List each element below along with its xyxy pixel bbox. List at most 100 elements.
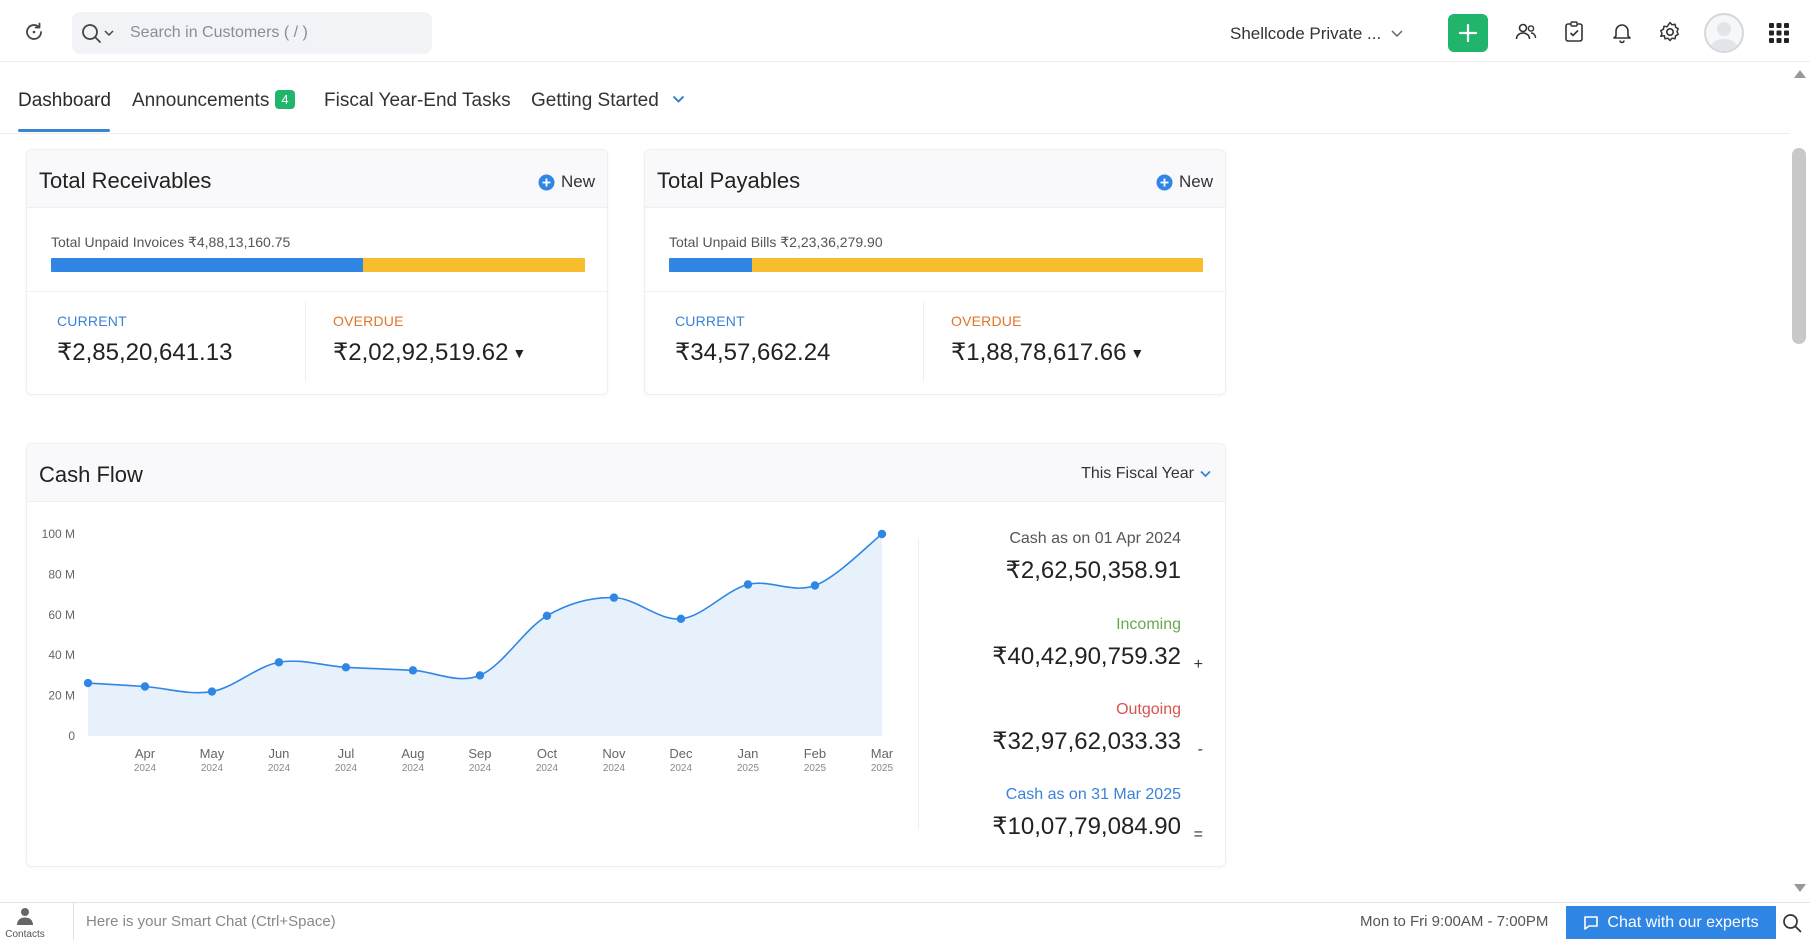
plus-circle-icon (538, 174, 555, 190)
tab-fiscal-year-end-tasks[interactable]: Fiscal Year-End Tasks (324, 90, 511, 112)
x-tick-month-label: Feb (804, 746, 826, 761)
data-point (207, 687, 217, 696)
x-tick-year-label: 2024 (603, 763, 626, 774)
x-tick-year-label: 2025 (737, 763, 760, 774)
data-point (810, 581, 820, 590)
chat-with-experts-button[interactable]: Chat with our experts (1566, 906, 1776, 939)
plus-circle-icon (1156, 174, 1173, 190)
overdue-label: OVERDUE (333, 313, 404, 329)
avatar[interactable] (1704, 13, 1744, 53)
contacts-button[interactable]: Contacts (0, 903, 74, 940)
scroll-up-arrow-icon[interactable] (1792, 68, 1808, 84)
gear-icon[interactable] (1658, 20, 1682, 44)
data-point (274, 658, 284, 667)
refresh-icon[interactable] (22, 20, 46, 44)
search-icon[interactable] (80, 22, 116, 44)
x-tick-month-label: Jun (268, 746, 289, 761)
divider (305, 302, 306, 382)
data-point (877, 529, 887, 539)
data-point (83, 678, 93, 688)
card-title: Cash Flow (39, 462, 143, 487)
y-tick-label: 80 M (48, 567, 75, 581)
tasks-icon[interactable] (1562, 20, 1586, 44)
period-label: This Fiscal Year (1081, 465, 1194, 482)
support-hours: Mon to Fri 9:00AM - 7:00PM (1360, 913, 1549, 930)
x-tick-year-label: 2024 (201, 763, 224, 774)
x-tick-month-label: Jan (737, 746, 758, 761)
new-label: New (1178, 172, 1213, 191)
users-icon[interactable] (1514, 20, 1538, 44)
chat-button-label: Chat with our experts (1607, 913, 1759, 931)
chevron-down-icon (672, 95, 685, 104)
divider (918, 539, 919, 829)
tab-dashboard[interactable]: Dashboard (18, 90, 111, 112)
search-icon[interactable] (1782, 913, 1802, 933)
cash-flow-chart: 0 20 M 40 M 60 M 80 M 100 M Apr 2024 May 2024 Jun 2… (42, 527, 894, 774)
bottom-bar: Contacts Here is your Smart Chat (Ctrl+S… (0, 902, 1810, 940)
org-name: Shellcode Private ... (1230, 24, 1382, 43)
app-root: Shellcode Private ... Dashboard Announce… (0, 0, 1810, 940)
contacts-label: Contacts (5, 929, 45, 940)
y-tick-label: 40 M (48, 648, 75, 662)
tab-label: Getting Started (531, 90, 659, 111)
y-tick-label: 0 (68, 729, 75, 743)
tab-announcements[interactable]: Announcements 4 (132, 90, 295, 112)
x-tick-year-label: 2024 (670, 763, 693, 774)
chevron-down-icon (1391, 30, 1403, 38)
plus-icon (1458, 23, 1478, 43)
new-label: New (560, 172, 595, 191)
x-tick-year-label: 2024 (335, 763, 358, 774)
receivables-current-value: ₹2,85,20,641.13 (57, 339, 233, 366)
cash-flow-area (88, 534, 882, 736)
scroll-down-arrow-icon[interactable] (1792, 882, 1808, 898)
data-point (408, 666, 418, 675)
divider (645, 291, 1225, 292)
tab-getting-started[interactable]: Getting Started (531, 90, 685, 112)
active-tab-indicator (18, 129, 110, 132)
cash-flow-header: Cash Flow This Fiscal Year (27, 444, 1225, 502)
new-bill-button[interactable]: New (1156, 172, 1213, 192)
x-tick-month-label: Oct (537, 746, 558, 761)
app-grid-icon[interactable] (1768, 22, 1792, 46)
search-box (72, 12, 432, 54)
receivables-header: Total Receivables New (27, 150, 607, 208)
period-selector[interactable]: This Fiscal Year (1081, 465, 1211, 483)
smart-chat-input[interactable]: Here is your Smart Chat (Ctrl+Space) (86, 913, 336, 930)
payables-overdue-dropdown[interactable]: ₹1,88,78,617.66 ▼ (951, 338, 1144, 367)
tab-label: Fiscal Year-End Tasks (324, 90, 511, 111)
receivables-progress-bar[interactable] (51, 258, 585, 272)
x-tick-month-label: Dec (669, 746, 693, 761)
plus-operator: + (1193, 656, 1203, 673)
cash-flow-card: Cash Flow This Fiscal Year 0 20 M 40 M 60 M… (26, 443, 1226, 867)
data-point (341, 663, 351, 672)
incoming-value: ₹40,42,90,759.32 (992, 643, 1181, 670)
receivables-card: Total Receivables New Total Unpaid Invoi… (26, 149, 608, 395)
dashboard-tabs: Dashboard Announcements 4 Fiscal Year-End… (0, 62, 1790, 134)
receivables-overdue-value: ₹2,02,92,519.62 (333, 339, 509, 366)
quick-create-button[interactable] (1448, 14, 1488, 52)
x-tick-month-label: Mar (871, 746, 894, 761)
org-switcher[interactable]: Shellcode Private ... (1230, 24, 1403, 44)
receivables-overdue-dropdown[interactable]: ₹2,02,92,519.62 ▼ (333, 338, 526, 367)
opening-value: ₹2,62,50,358.91 (1005, 557, 1181, 584)
chevron-down-icon (1200, 470, 1211, 478)
search-input[interactable] (130, 12, 420, 54)
x-tick-year-label: 2024 (134, 763, 157, 774)
scrollbar-thumb[interactable] (1792, 148, 1806, 344)
payables-header: Total Payables New (645, 150, 1225, 208)
x-tick-month-label: Jul (338, 746, 355, 761)
payables-progress-bar[interactable] (669, 258, 1203, 272)
payables-current-value: ₹34,57,662.24 (675, 339, 831, 366)
cash-outgoing: Outgoing ₹32,97,62,033.33 (992, 701, 1181, 756)
x-tick-year-label: 2025 (871, 763, 894, 774)
contact-person-icon (17, 908, 33, 925)
outgoing-label: Outgoing (1116, 701, 1181, 718)
payables-current-fill (669, 258, 752, 272)
x-tick-year-label: 2024 (268, 763, 291, 774)
new-invoice-button[interactable]: New (538, 172, 595, 192)
bell-icon[interactable] (1610, 20, 1634, 44)
y-tick-label: 20 M (48, 689, 75, 703)
receivables-current-fill (51, 258, 363, 272)
cash-opening: Cash as on 01 Apr 2024 ₹2,62,50,358.91 (1006, 530, 1181, 585)
data-point (676, 614, 686, 624)
